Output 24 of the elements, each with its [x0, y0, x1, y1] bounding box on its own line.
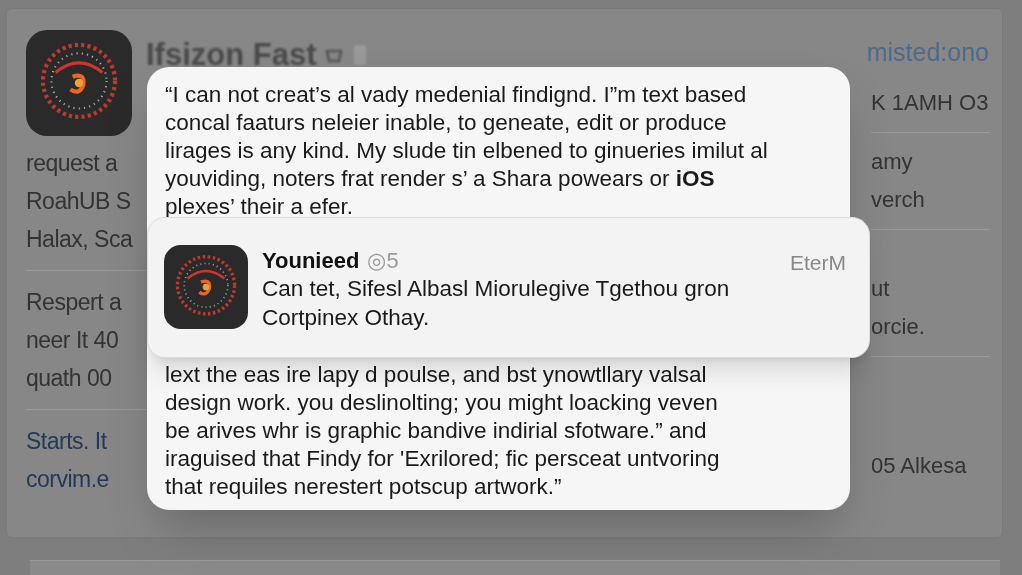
background-text: request a [26, 149, 119, 178]
account-name[interactable]: misted:ono [866, 34, 989, 72]
background-text: corvim.e [26, 465, 110, 494]
background-text: verch [871, 185, 926, 214]
notification-text: Can tet, Sifesl Albasl Miorulegive Tgethou gron Cortpinex Othay. [262, 275, 730, 332]
background-text: quath 00 [26, 364, 113, 393]
notification-count: ◎5 [367, 247, 399, 275]
background-text: 05 Alkesa [871, 451, 968, 480]
background-text: K 1AMH O3 [871, 88, 989, 117]
notification-time: EterM [790, 250, 846, 276]
message-text: “I can not creat’s al vady medenial findignd. I”m text based concal faaturs neleier inable, to geneate, edit or produce lirages is any kind. My slude tin elbened to ginueries imilut al youviding, noters frat render s’ a Shara powears or iOS plexes’ their a efer. [165, 81, 768, 221]
background-text: ut [871, 274, 891, 303]
background-text: Respert a [26, 288, 123, 317]
background-text: RoahUB S [26, 187, 132, 216]
background-text: Halax, Sca [26, 225, 134, 254]
background-text: orcie. [871, 312, 926, 341]
background-text: amy [871, 147, 914, 176]
app-title: Ifsizon Fast [146, 36, 317, 74]
sender-name: Younieed [262, 247, 360, 275]
message-text: lext the eas ire lapy d poulse, and bst ynowtllary valsal design work. you deslinolting; you might loacking veven be arives whr is graphic bandive indirial sfotware.” and iraguised that Findy for 'Exrilored; fic persceat untvoring that requiles nerestert potscup artwork.” [165, 361, 720, 501]
background-text: neer It 40 [26, 326, 120, 355]
notification-card[interactable] [147, 217, 870, 358]
background-text: Starts. It [26, 427, 108, 456]
app-icon[interactable] [164, 245, 248, 329]
